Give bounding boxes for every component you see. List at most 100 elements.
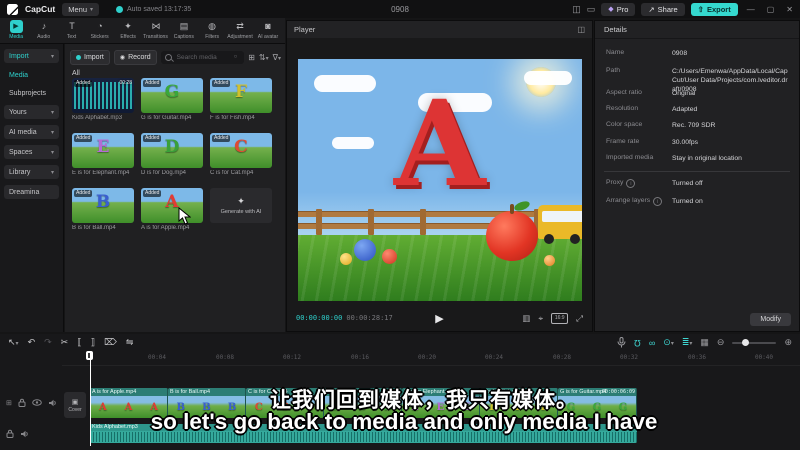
video-preview-canvas[interactable]: A — [298, 59, 582, 301]
compact-layout-icon[interactable]: ▭ — [587, 4, 596, 15]
sidebar-item-dreamina[interactable]: Dreamina — [4, 185, 59, 199]
cover-button[interactable]: ▣ Cover — [64, 392, 86, 418]
media-item-f-fish[interactable]: Added F F is for Fish.mp4 — [210, 78, 272, 121]
filter-all-label[interactable]: All — [72, 70, 80, 77]
import-button[interactable]: Import — [70, 49, 110, 65]
zoom-in-icon[interactable]: ⊕ — [784, 337, 792, 348]
media-item-d-dog[interactable]: Added D D is for Dog.mp4 — [141, 133, 203, 176]
info-icon[interactable]: i — [653, 197, 663, 206]
cover-view-icon[interactable]: ▦ — [700, 337, 709, 348]
preview-axis-icon[interactable]: ⊙▾ — [663, 337, 674, 348]
generate-with-ai-tile[interactable]: ✦ Generate with AI — [210, 188, 272, 223]
video-thumbnail[interactable]: Added F — [210, 78, 272, 113]
record-button[interactable]: ◉ Record — [113, 49, 157, 65]
thumbnail-letter: E — [96, 137, 110, 157]
sidebar-item-library[interactable]: Library ▾ — [4, 165, 59, 179]
delete-right-icon[interactable]: ⟧ — [91, 337, 95, 348]
sidebar-item-import[interactable]: Import ▾ — [4, 49, 59, 63]
tab-transitions[interactable]: ⋈ Transitions — [142, 20, 170, 40]
video-thumbnail[interactable]: Added G — [141, 78, 203, 113]
zoom-out-icon[interactable]: ⊖ — [717, 337, 725, 348]
media-item-a-apple[interactable]: Added A A is for Apple.mp4 — [141, 188, 203, 231]
search-box[interactable]: ○ — [160, 50, 245, 64]
preview-quality-icon[interactable]: ▥ — [522, 313, 530, 324]
hide-track-icon[interactable] — [32, 399, 42, 406]
media-item-c-cat[interactable]: Added C C is for Cat.mp4 — [210, 133, 272, 176]
video-thumbnail[interactable]: Added A — [141, 188, 203, 223]
timeline-zoom-slider[interactable] — [732, 338, 777, 346]
close-button[interactable]: ✕ — [783, 5, 796, 14]
select-tool-icon[interactable]: ↖▾ — [8, 337, 19, 348]
sidebar-item-spaces[interactable]: Spaces ▾ — [4, 145, 59, 159]
school-bus-graphic — [538, 205, 582, 244]
export-icon: ⇧ — [697, 4, 704, 14]
sort-icon[interactable]: ⇅▾ — [259, 53, 269, 62]
media-item-e-elephant[interactable]: Added E E is for Elephant.mp4 — [72, 133, 134, 176]
media-item-b-ball[interactable]: Added B B is for Ball.mp4 — [72, 188, 134, 231]
play-button[interactable]: ▶ — [435, 312, 443, 325]
timeline-toolbar: ↖▾ ↶ ↷ ✂ ⟦ ⟧ ⌦ ⇋ Ω ∞ ⊙▾ ≣▾ ▦ ⊖ ⊕ — [0, 334, 800, 351]
display-mode-icon[interactable]: ◫ — [577, 25, 585, 34]
split-icon[interactable]: ✂ — [61, 337, 69, 348]
filter-icon[interactable]: ∇▾ — [273, 53, 281, 62]
video-track-header: ⊞ — [6, 398, 57, 407]
share-button[interactable]: ↗ Share — [641, 2, 685, 16]
minimize-button[interactable]: — — [744, 5, 758, 14]
tab-stickers[interactable]: ◔ Stickers — [86, 20, 114, 40]
maximize-button[interactable]: ▢ — [764, 5, 778, 14]
thumbnail-letter: F — [234, 82, 248, 102]
video-thumbnail[interactable]: Added C — [210, 133, 272, 168]
undo-icon[interactable]: ↶ — [28, 337, 36, 348]
grid-view-icon[interactable]: ⊞ — [248, 53, 255, 62]
tab-text[interactable]: T Text — [58, 20, 86, 40]
search-input[interactable] — [174, 52, 231, 62]
lock-icon[interactable] — [6, 429, 14, 438]
linking-icon[interactable]: ∞ — [649, 338, 655, 348]
tab-media[interactable]: ▶ Media — [2, 20, 30, 40]
timeline-ruler[interactable]: 00:04 00:08 00:12 00:16 00:20 00:24 00:2… — [62, 351, 800, 366]
magnet-icon[interactable]: Ω — [634, 338, 641, 348]
info-icon[interactable]: i — [626, 179, 636, 188]
video-thumbnail[interactable]: Added D — [141, 133, 203, 168]
tab-filters[interactable]: ◍ Filters — [198, 20, 226, 40]
cloud-graphic — [332, 137, 374, 149]
tab-audio[interactable]: ♪ Audio — [30, 20, 58, 40]
zoom-slider-handle[interactable] — [742, 338, 750, 346]
modify-button[interactable]: Modify — [750, 313, 791, 326]
playhead-handle[interactable] — [86, 351, 93, 360]
delete-icon[interactable]: ⌦ — [104, 337, 117, 348]
track-toggle-icon[interactable]: ⊞ — [6, 399, 12, 407]
ratio-icon[interactable]: 16:9 — [551, 312, 569, 324]
sidebar-item-yours[interactable]: Yours ▾ — [4, 105, 59, 119]
search-scope-icon[interactable]: ○ — [234, 54, 238, 60]
fullscreen-icon[interactable]: ⤢ — [576, 313, 583, 324]
sidebar-item-subprojects[interactable]: Subprojects — [4, 87, 59, 100]
tab-ai-avatar[interactable]: ◙ AI avatar — [254, 20, 282, 40]
video-thumbnail[interactable]: Added B — [72, 188, 134, 223]
sidebar-item-ai-media[interactable]: AI media ▾ — [4, 125, 59, 139]
resolution-label: Resolution — [606, 105, 639, 112]
export-button[interactable]: ⇧ Export — [690, 2, 738, 16]
audio-thumbnail[interactable]: Added 00:28 — [72, 78, 134, 113]
menu-button[interactable]: Menu ▾ — [62, 2, 100, 16]
tab-captions[interactable]: ▤ Captions — [170, 20, 198, 40]
playhead-line[interactable] — [90, 352, 91, 446]
pro-button[interactable]: ◆ Pro — [601, 2, 636, 16]
fit-icon[interactable]: ⌖ — [538, 313, 543, 324]
timeline-options-icon[interactable]: ≣▾ — [682, 337, 693, 348]
mute-track-icon[interactable] — [48, 399, 57, 407]
mute-track-icon[interactable] — [20, 430, 29, 438]
media-item-kids-alphabet[interactable]: Added 00:28 Kids Alphabet.mp3 — [72, 78, 134, 121]
tab-effects[interactable]: ✦ Effects — [114, 20, 142, 40]
voiceover-mic-icon[interactable] — [617, 337, 626, 348]
tab-label: Captions — [173, 34, 195, 40]
tab-adjustment[interactable]: ⇄ Adjustment — [226, 20, 254, 40]
redo-icon[interactable]: ↷ — [44, 337, 52, 348]
sidebar-item-media[interactable]: Media — [4, 69, 59, 82]
lock-icon[interactable] — [18, 398, 26, 407]
media-item-g-guitar[interactable]: Added G G is for Guitar.mp4 — [141, 78, 203, 121]
panel-layout-icon[interactable]: ◫ — [572, 4, 581, 15]
mirror-icon[interactable]: ⇋ — [126, 337, 134, 348]
delete-left-icon[interactable]: ⟦ — [77, 337, 81, 348]
video-thumbnail[interactable]: Added E — [72, 133, 134, 168]
